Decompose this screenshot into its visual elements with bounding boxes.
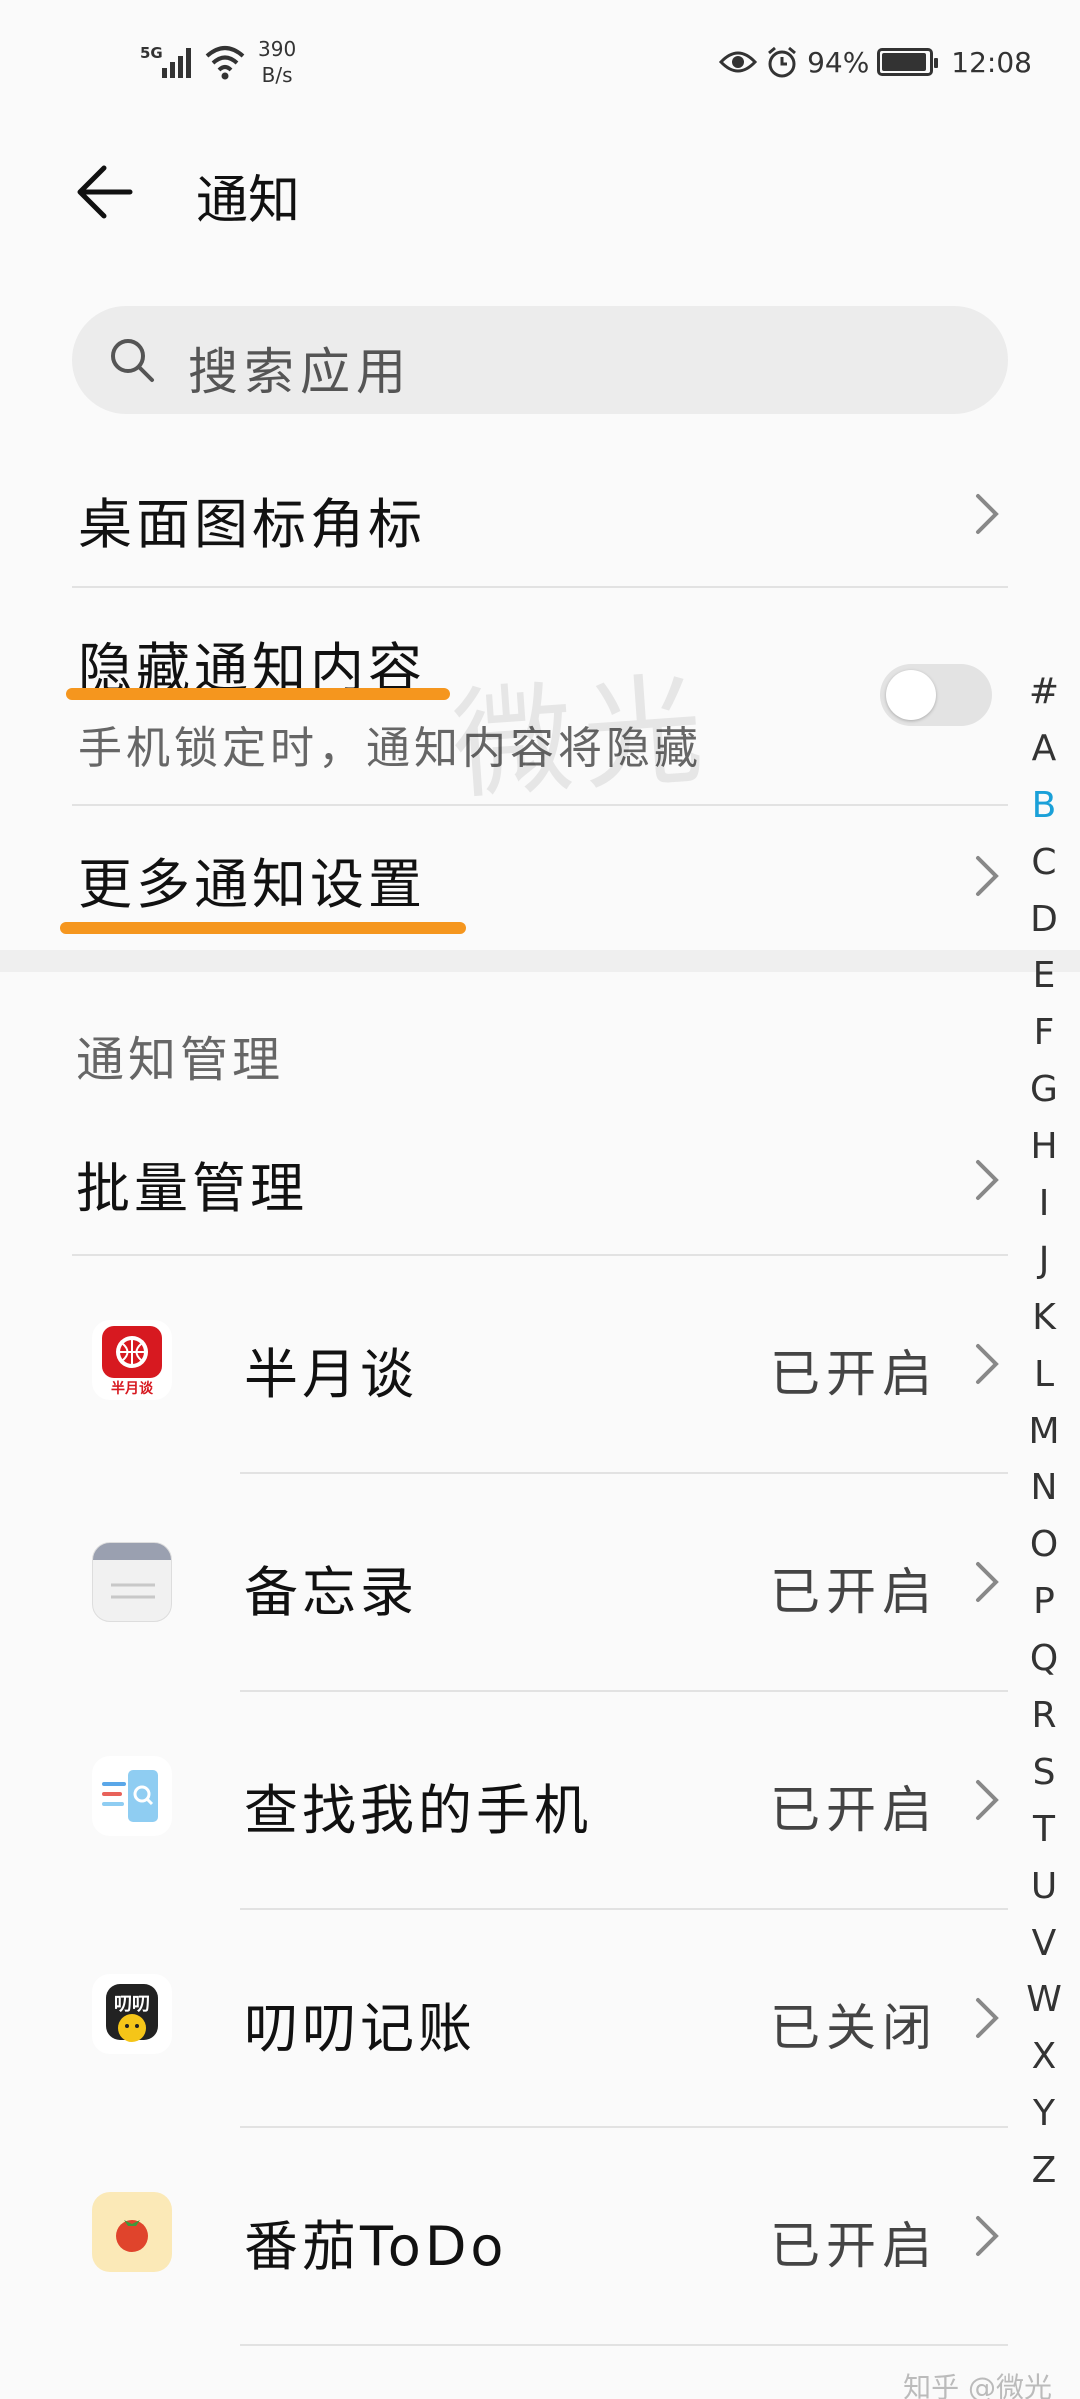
alarm-icon bbox=[768, 46, 797, 78]
status-right: 94% 12:08 bbox=[719, 42, 1032, 82]
app-item-memo[interactable]: 备忘录 已开启 bbox=[0, 1474, 1010, 1690]
chevron-right-icon bbox=[976, 1344, 999, 1384]
app-name: 半月谈 bbox=[244, 1343, 418, 1406]
divider bbox=[240, 2344, 1008, 2346]
alphabet-letter[interactable]: P bbox=[1020, 1574, 1068, 1631]
highlight-underline bbox=[60, 922, 466, 934]
highlight-underline bbox=[66, 688, 450, 700]
app-status: 已开启 bbox=[770, 2217, 938, 2275]
battery-icon bbox=[877, 48, 939, 76]
wifi-icon bbox=[205, 46, 245, 80]
speed-value: 390 bbox=[258, 37, 297, 61]
batch-manage-row[interactable]: 批量管理 bbox=[0, 1112, 1010, 1252]
chevron-right-icon bbox=[976, 856, 999, 896]
alphabet-letter[interactable]: O bbox=[1020, 1517, 1068, 1574]
signal-icon bbox=[162, 48, 191, 78]
app-status: 已开启 bbox=[770, 1781, 938, 1839]
banyuetan-icon: 半月谈 bbox=[92, 1320, 172, 1400]
alphabet-letter[interactable]: M bbox=[1020, 1404, 1068, 1461]
app-status: 已开启 bbox=[770, 1563, 938, 1621]
app-name: 备忘录 bbox=[244, 1561, 418, 1624]
app-name: 查找我的手机 bbox=[244, 1779, 592, 1842]
chevron-right-icon bbox=[976, 494, 999, 534]
batch-manage-label: 批量管理 bbox=[76, 1157, 308, 1220]
app-status: 已关闭 bbox=[770, 1999, 938, 2057]
alphabet-letter[interactable]: Z bbox=[1020, 2143, 1068, 2200]
more-settings-label: 更多通知设置 bbox=[78, 853, 426, 916]
alphabet-letter[interactable]: L bbox=[1020, 1347, 1068, 1404]
alphabet-letter[interactable]: J bbox=[1020, 1233, 1068, 1290]
find-phone-icon bbox=[92, 1756, 172, 1836]
back-arrow-icon[interactable] bbox=[72, 160, 136, 224]
memo-lines bbox=[111, 1583, 155, 1599]
alphabet-letter[interactable]: N bbox=[1020, 1460, 1068, 1517]
status-bar: 5G 390 B/s 94% 12:08 bbox=[0, 0, 1080, 110]
section-separator bbox=[0, 950, 1080, 972]
app-item-daodao[interactable]: 叨叨 叨叨记账 已关闭 bbox=[0, 1910, 1010, 2126]
alphabet-letter[interactable]: E bbox=[1020, 948, 1068, 1005]
alphabet-letter[interactable]: T bbox=[1020, 1802, 1068, 1859]
badge-setting-row[interactable]: 桌面图标角标 bbox=[0, 444, 1010, 584]
alphabet-letter[interactable]: D bbox=[1020, 892, 1068, 949]
app-status: 已开启 bbox=[770, 1345, 938, 1403]
daodao-icon: 叨叨 bbox=[92, 1974, 172, 2054]
credit-watermark: 知乎 @微光 bbox=[903, 2371, 1052, 2399]
alphabet-letter[interactable]: W bbox=[1020, 1972, 1068, 2029]
app-name: 叨叨记账 bbox=[244, 1997, 476, 2060]
chevron-right-icon bbox=[976, 1160, 999, 1200]
hide-content-toggle[interactable] bbox=[880, 664, 992, 726]
chevron-right-icon bbox=[976, 2216, 999, 2256]
tomato-glyph bbox=[116, 2220, 148, 2252]
app-name: 番茄ToDo bbox=[244, 2215, 508, 2278]
alphabet-letter[interactable]: G bbox=[1020, 1062, 1068, 1119]
network-speed: 390 B/s bbox=[258, 36, 296, 88]
tomato-icon bbox=[92, 2192, 172, 2272]
search-input[interactable]: 搜索应用 bbox=[72, 306, 1008, 414]
alphabet-letter[interactable]: S bbox=[1020, 1745, 1068, 1802]
section-title: 通知管理 bbox=[76, 1032, 285, 1088]
clock: 12:08 bbox=[951, 45, 1032, 79]
alphabet-letter[interactable]: Q bbox=[1020, 1631, 1068, 1688]
alphabet-letter[interactable]: F bbox=[1020, 1005, 1068, 1062]
toggle-knob bbox=[886, 670, 936, 720]
alphabet-letter[interactable]: K bbox=[1020, 1290, 1068, 1347]
watermark: 微光 bbox=[448, 660, 718, 817]
alphabet-letter[interactable]: A bbox=[1020, 721, 1068, 778]
search-placeholder: 搜索应用 bbox=[188, 343, 412, 401]
alphabet-letter[interactable]: R bbox=[1020, 1688, 1068, 1745]
alphabet-letter[interactable]: C bbox=[1020, 835, 1068, 892]
find-phone-glyph bbox=[102, 1770, 158, 1822]
daodao-logo-text: 叨叨 bbox=[114, 1994, 150, 2015]
top-app-bar: 通知 bbox=[0, 140, 1080, 240]
app-item-find-phone[interactable]: 查找我的手机 已开启 bbox=[0, 1692, 1010, 1908]
app-item-tomato[interactable]: 番茄ToDo 已开启 bbox=[0, 2128, 1010, 2344]
eye-icon bbox=[719, 51, 758, 73]
badge-setting-label: 桌面图标角标 bbox=[78, 493, 426, 556]
alphabet-letter[interactable]: Y bbox=[1020, 2086, 1068, 2143]
search-icon bbox=[111, 339, 154, 382]
speed-unit: B/s bbox=[261, 63, 293, 87]
chevron-right-icon bbox=[976, 1998, 999, 2038]
alphabet-letter[interactable]: X bbox=[1020, 2029, 1068, 2086]
app-item-banyuetan[interactable]: 半月谈 半月谈 已开启 bbox=[0, 1256, 1010, 1472]
memo-icon bbox=[92, 1542, 172, 1622]
alphabet-letter[interactable]: # bbox=[1020, 664, 1068, 721]
alphabet-index[interactable]: # A B C D E F G H I J K L M N O P Q R S T U V W X Y Z bbox=[1020, 664, 1068, 2200]
chevron-right-icon bbox=[976, 1562, 999, 1602]
alphabet-letter[interactable]: I bbox=[1020, 1176, 1068, 1233]
page-title: 通知 bbox=[196, 171, 301, 231]
battery-percent: 94% bbox=[807, 45, 870, 79]
alphabet-letter[interactable]: H bbox=[1020, 1119, 1068, 1176]
alphabet-letter[interactable]: U bbox=[1020, 1859, 1068, 1916]
banyuetan-logo-text: 半月谈 bbox=[111, 1381, 153, 1397]
alphabet-letter[interactable]: V bbox=[1020, 1916, 1068, 1973]
chevron-right-icon bbox=[976, 1780, 999, 1820]
alphabet-letter[interactable]: B bbox=[1020, 778, 1068, 835]
battery-fill bbox=[882, 53, 926, 71]
